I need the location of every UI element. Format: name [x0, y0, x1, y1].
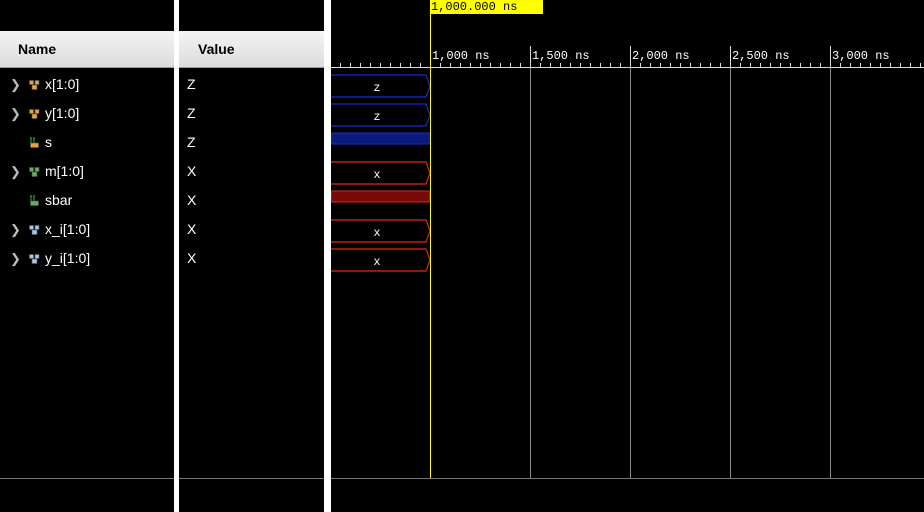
bus-icon	[29, 80, 40, 90]
bus-value-label: x	[373, 168, 380, 182]
signal-value-row[interactable]: X	[179, 157, 324, 186]
signal-name: s	[45, 134, 52, 150]
bus-value-label: z	[373, 110, 380, 124]
signal-name: sbar	[45, 192, 73, 208]
signal-value: X	[187, 163, 197, 179]
waveform-pane[interactable]: 1,000.000 ns 1,000 ns 1,500 ns 2,000 ns 2,5…	[331, 0, 924, 512]
names-divider	[0, 478, 174, 479]
signal-row[interactable]: ❯ m[1:0]	[0, 157, 174, 186]
bus-value-label: z	[373, 81, 380, 95]
values-divider	[179, 478, 324, 479]
bit-icon	[30, 195, 39, 206]
bit-waveform	[331, 132, 431, 145]
signal-row[interactable]: ❯ y[1:0]	[0, 99, 174, 128]
timeline-tick-label: 3,000 ns	[832, 49, 890, 63]
signal-row[interactable]: sbar	[0, 186, 174, 215]
signal-name: x[1:0]	[45, 76, 80, 92]
signal-value-row[interactable]: X	[179, 186, 324, 215]
name-column-label: Name	[18, 41, 57, 57]
chevron-right-icon[interactable]: ❯	[10, 70, 21, 99]
timeline-tick-label: 1,500 ns	[532, 49, 590, 63]
signal-row[interactable]: ❯ y_i[1:0]	[0, 244, 174, 273]
waveform-canvas[interactable]: 1,000 ns 1,500 ns 2,000 ns 2,500 ns 3,000 ns…	[331, 0, 924, 512]
signal-row[interactable]: ❯ x_i[1:0]	[0, 215, 174, 244]
bit-waveform	[331, 190, 431, 203]
chevron-right-icon[interactable]: ❯	[10, 244, 21, 273]
bus-icon	[29, 254, 40, 264]
bus-value-label: x	[373, 255, 380, 269]
signal-value: X	[187, 221, 197, 237]
signal-value: Z	[187, 134, 196, 150]
signal-name: y_i[1:0]	[45, 250, 91, 266]
signal-name: m[1:0]	[45, 163, 84, 179]
signal-value-row[interactable]: Z	[179, 99, 324, 128]
signal-value-row[interactable]: Z	[179, 70, 324, 99]
chevron-right-icon[interactable]: ❯	[10, 157, 21, 186]
signal-value-row[interactable]: Z	[179, 128, 324, 157]
chevron-right-icon[interactable]: ❯	[10, 215, 21, 244]
signal-value: Z	[187, 76, 196, 92]
signal-row[interactable]: ❯ x[1:0]	[0, 70, 174, 99]
signal-value-row[interactable]: X	[179, 215, 324, 244]
chevron-right-icon[interactable]: ❯	[10, 99, 21, 128]
signal-name: y[1:0]	[45, 105, 80, 121]
signal-name: x_i[1:0]	[45, 221, 91, 237]
name-column-header[interactable]: Name	[0, 31, 174, 68]
timeline-tick-label: 2,500 ns	[732, 49, 790, 63]
timeline-tick-label: 2,000 ns	[632, 49, 690, 63]
signal-value-row[interactable]: X	[179, 244, 324, 273]
bus-icon	[29, 109, 40, 119]
signal-row[interactable]: s	[0, 128, 174, 157]
timeline-tick-label: 1,000 ns	[432, 49, 490, 63]
value-column-header[interactable]: Value	[179, 31, 324, 68]
bus-icon	[29, 167, 40, 177]
names-pane: Name ❯ x[1:0] ❯ y[1:0] s ❯ m[1:0] sbar ❯ x_…	[0, 0, 174, 512]
signal-value: X	[187, 250, 197, 266]
values-pane: Value ZZZXXXX	[179, 0, 324, 512]
pane-splitter[interactable]	[324, 0, 331, 512]
signal-value: Z	[187, 105, 196, 121]
signal-value: X	[187, 192, 197, 208]
bus-value-label: x	[373, 226, 380, 240]
bus-icon	[29, 225, 40, 235]
value-column-label: Value	[198, 41, 235, 57]
bit-icon	[30, 137, 39, 148]
